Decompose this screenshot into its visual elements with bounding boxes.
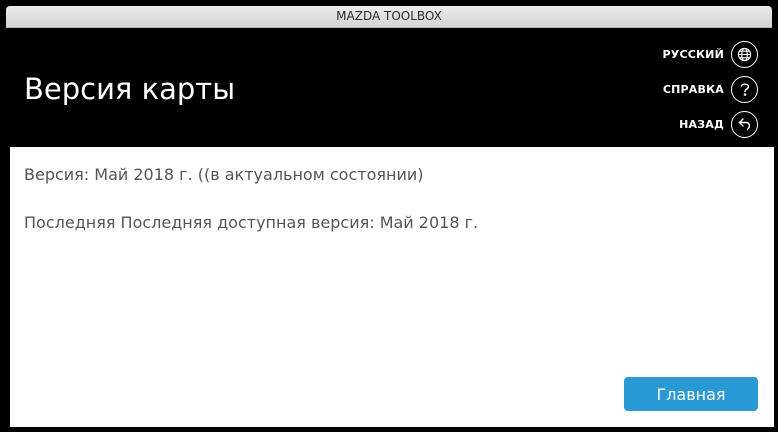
window-title: MAZDA TOOLBOX — [336, 9, 442, 23]
back-button[interactable]: НАЗАД — [679, 109, 758, 139]
language-button[interactable]: РУССКИЙ — [662, 39, 758, 69]
help-label: СПРАВКА — [662, 82, 724, 96]
back-label: НАЗАД — [679, 117, 724, 131]
main-content: Версия: Май 2018 г. ((в актуальном состо… — [10, 147, 774, 427]
question-icon — [731, 75, 758, 103]
latest-version-text: Последняя Последняя доступная версия: Ма… — [24, 213, 479, 232]
globe-icon — [731, 40, 758, 68]
language-label: РУССКИЙ — [662, 47, 724, 61]
current-version-text: Версия: Май 2018 г. ((в актуальном состо… — [24, 165, 424, 184]
back-arrow-icon — [731, 110, 758, 138]
help-button[interactable]: СПРАВКА — [663, 74, 758, 104]
page-header: Версия карты РУССКИЙ СПРАВКА НАЗАД — [10, 28, 774, 147]
app-window: MAZDA TOOLBOX Версия карты РУССКИЙ СПРАВ… — [0, 0, 778, 432]
page-title: Версия карты — [24, 72, 236, 106]
home-button[interactable]: Главная — [624, 377, 758, 411]
window-titlebar[interactable]: MAZDA TOOLBOX — [6, 6, 772, 28]
